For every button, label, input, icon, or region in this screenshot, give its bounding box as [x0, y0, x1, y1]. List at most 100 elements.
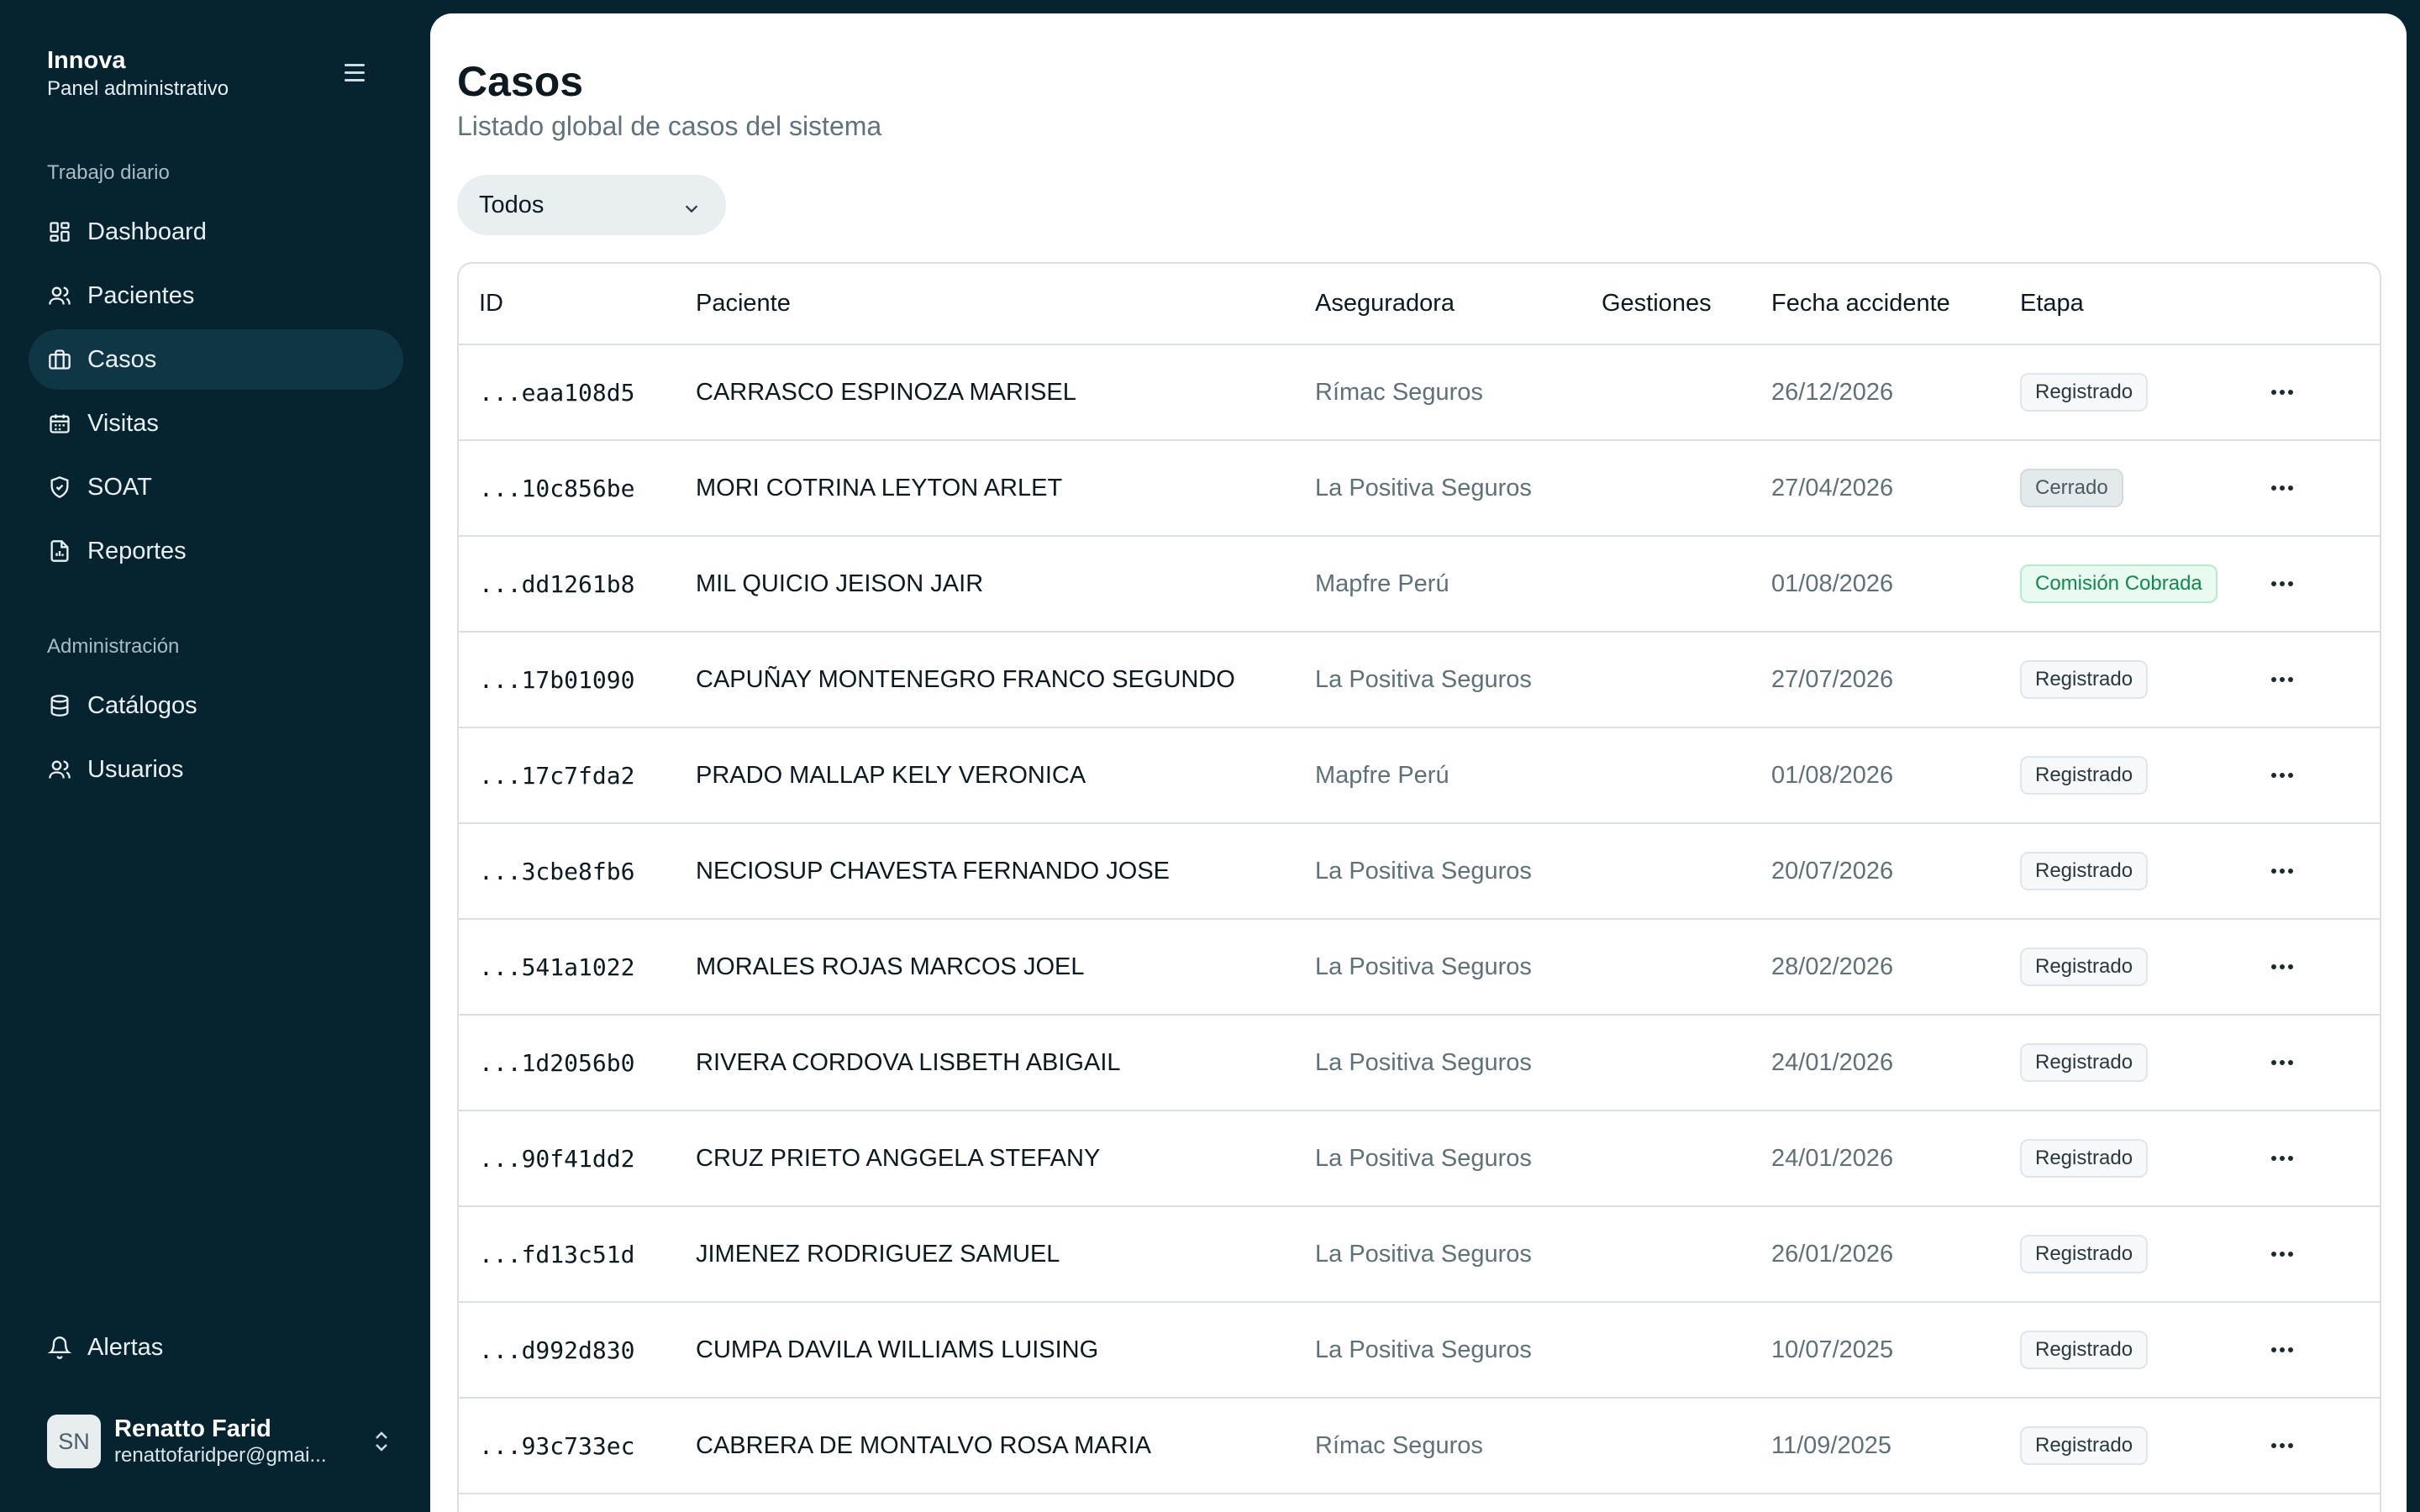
table-row[interactable]: ...1d2056b0 RIVERA CORDOVA LISBETH ABIGAI… [459, 1015, 2380, 1110]
gestiones-cell [1581, 1398, 1751, 1494]
stage-badge: Registrado [2020, 1139, 2149, 1178]
sidebar-item-dashboard[interactable]: Dashboard [29, 202, 403, 262]
insurer-name: La Positiva Seguros [1315, 1048, 1532, 1076]
sidebar-item-usuarios[interactable]: Usuarios [29, 739, 403, 800]
sidebar-item-pacientes[interactable]: Pacientes [29, 265, 403, 326]
accident-date: 27/04/2026 [1771, 474, 1894, 501]
accident-date: 20/07/2026 [1771, 857, 1894, 885]
more-actions-icon[interactable] [2265, 759, 2299, 792]
sidebar-item-soat[interactable]: SOAT [29, 457, 403, 517]
sidebar-item-label: Casos [87, 345, 157, 373]
more-actions-icon[interactable] [2265, 1429, 2299, 1462]
more-actions-icon[interactable] [2265, 471, 2299, 505]
sidebar-item-label: Reportes [87, 537, 187, 564]
sidebar-item-label: Usuarios [87, 755, 184, 783]
shield-icon [47, 475, 72, 500]
sidebar-item-label: Visitas [87, 409, 159, 437]
stage-badge: Cerrado [2020, 469, 2123, 507]
more-actions-icon[interactable] [2265, 663, 2299, 696]
insurer-name: La Positiva Seguros [1315, 857, 1532, 885]
table-header-row: ID Paciente Aseguradora Gestiones Fecha … [459, 264, 2380, 345]
sidebar-item-catalogos[interactable]: Catálogos [29, 675, 403, 736]
insurer-name: Rímac Seguros [1315, 1431, 1483, 1459]
sidebar-item-reportes[interactable]: Reportes [29, 521, 403, 581]
case-id: ...541a1022 [479, 953, 635, 981]
stage-cell: Registrado [2000, 727, 2245, 823]
case-id: ...17c7fda2 [479, 761, 635, 790]
gestiones-cell [1581, 1015, 1751, 1110]
insurer-name: La Positiva Seguros [1315, 474, 1532, 501]
column-header-actions [2245, 264, 2380, 345]
more-actions-icon[interactable] [2265, 1046, 2299, 1079]
stage-badge: Registrado [2020, 1331, 2149, 1369]
user-menu[interactable]: SN Renatto Farid renattofaridper@gmai... [47, 1411, 392, 1472]
more-actions-icon[interactable] [2265, 1333, 2299, 1367]
insurer-name: Mapfre Perú [1315, 761, 1449, 789]
actions-cell [2245, 1302, 2380, 1398]
filter-selected-value: Todos [479, 191, 544, 218]
column-header-aseguradora[interactable]: Aseguradora [1295, 264, 1581, 345]
stage-cell: Registrado [2000, 823, 2245, 919]
table-row[interactable]: ...fd13c51d JIMENEZ RODRIGUEZ SAMUEL La Po… [459, 1206, 2380, 1302]
sidebar-item-casos[interactable]: Casos [29, 329, 403, 390]
patient-name: NECIOSUP CHAVESTA FERNANDO JOSE [696, 857, 1170, 885]
sidebar-item-visitas[interactable]: Visitas [29, 393, 403, 454]
actions-cell [2245, 632, 2380, 727]
column-header-id[interactable]: ID [459, 264, 676, 345]
users-icon [47, 757, 72, 782]
insurer-name: La Positiva Seguros [1315, 1240, 1532, 1268]
table-row[interactable]: ...3cbe8fb6 NECIOSUP CHAVESTA FERNANDO JO… [459, 823, 2380, 919]
stage-cell: Registrado [2000, 1206, 2245, 1302]
more-actions-icon[interactable] [2265, 950, 2299, 984]
column-header-fecha[interactable]: Fecha accidente [1751, 264, 2000, 345]
patient-name: CABRERA DE MONTALVO ROSA MARIA [696, 1431, 1151, 1459]
stage-badge: Registrado [2020, 948, 2149, 986]
stage-cell: Registrado [2000, 1302, 2245, 1398]
sidebar-item-label: SOAT [87, 473, 152, 501]
column-header-paciente[interactable]: Paciente [676, 264, 1295, 345]
column-header-etapa[interactable]: Etapa [2000, 264, 2245, 345]
case-id: ...93c733ec [479, 1431, 635, 1460]
table-row[interactable]: ...10c856be MORI COTRINA LEYTON ARLET La P… [459, 440, 2380, 536]
gestiones-cell [1581, 919, 1751, 1015]
table-row[interactable]: ...d992d830 CUMPA DAVILA WILLIAMS LUISING… [459, 1302, 2380, 1398]
accident-date: 26/01/2026 [1771, 1240, 1894, 1268]
table-row[interactable]: ...541a1022 MORALES ROJAS MARCOS JOEL La P… [459, 919, 2380, 1015]
case-id: ...90f41dd2 [479, 1144, 635, 1173]
insurer-name: Rímac Seguros [1315, 378, 1483, 406]
stage-badge: Registrado [2020, 1043, 2149, 1082]
sidebar-item-alertas[interactable]: Alertas [29, 1317, 403, 1378]
stage-cell: Registrado [2000, 344, 2245, 440]
table-row[interactable]: ...90f41dd2 CRUZ PRIETO ANGGELA STEFANY La… [459, 1110, 2380, 1206]
more-actions-icon[interactable] [2265, 854, 2299, 888]
insurer-name: La Positiva Seguros [1315, 953, 1532, 980]
patient-name: MORALES ROJAS MARCOS JOEL [696, 953, 1085, 980]
more-actions-icon[interactable] [2265, 375, 2299, 409]
stage-cell: Registrado [2000, 919, 2245, 1015]
more-actions-icon[interactable] [2265, 1142, 2299, 1175]
users-icon [47, 283, 72, 308]
patient-name: RIVERA CORDOVA LISBETH ABIGAIL [696, 1048, 1121, 1076]
chevron-up-down-icon [371, 1428, 392, 1455]
case-id: ...eaa108d5 [479, 378, 635, 407]
patient-name: JIMENEZ RODRIGUEZ SAMUEL [696, 1240, 1060, 1268]
table-row[interactable]: ...17c7fda2 PRADO MALLAP KELY VERONICA Map… [459, 727, 2380, 823]
patient-name: PRADO MALLAP KELY VERONICA [696, 761, 1086, 789]
menu-icon[interactable] [341, 60, 371, 86]
table-row[interactable]: ...93c733ec CABRERA DE MONTALVO ROSA MARI… [459, 1398, 2380, 1494]
table-row[interactable]: ...eaa108d5 CARRASCO ESPINOZA MARISEL Ríma… [459, 344, 2380, 440]
stage-cell: Registrado [2000, 632, 2245, 727]
stage-cell: Cerrado [2000, 440, 2245, 536]
table-row[interactable]: ...dd1261b8 MIL QUICIO JEISON JAIR Mapfre … [459, 536, 2380, 632]
table-row[interactable]: ...17b01090 CAPUÑAY MONTENEGRO FRANCO SEG… [459, 632, 2380, 727]
calendar-icon [47, 411, 72, 436]
column-header-gestiones[interactable]: Gestiones [1581, 264, 1751, 345]
more-actions-icon[interactable] [2265, 567, 2299, 601]
more-actions-icon[interactable] [2265, 1237, 2299, 1271]
stage-badge: Registrado [2020, 756, 2149, 795]
gestiones-cell [1581, 1110, 1751, 1206]
page-title: Casos [457, 58, 584, 105]
stage-cell: Registrado [2000, 1110, 2245, 1206]
accident-date: 26/12/2026 [1771, 378, 1894, 406]
stage-filter-select[interactable]: Todos [457, 175, 726, 235]
